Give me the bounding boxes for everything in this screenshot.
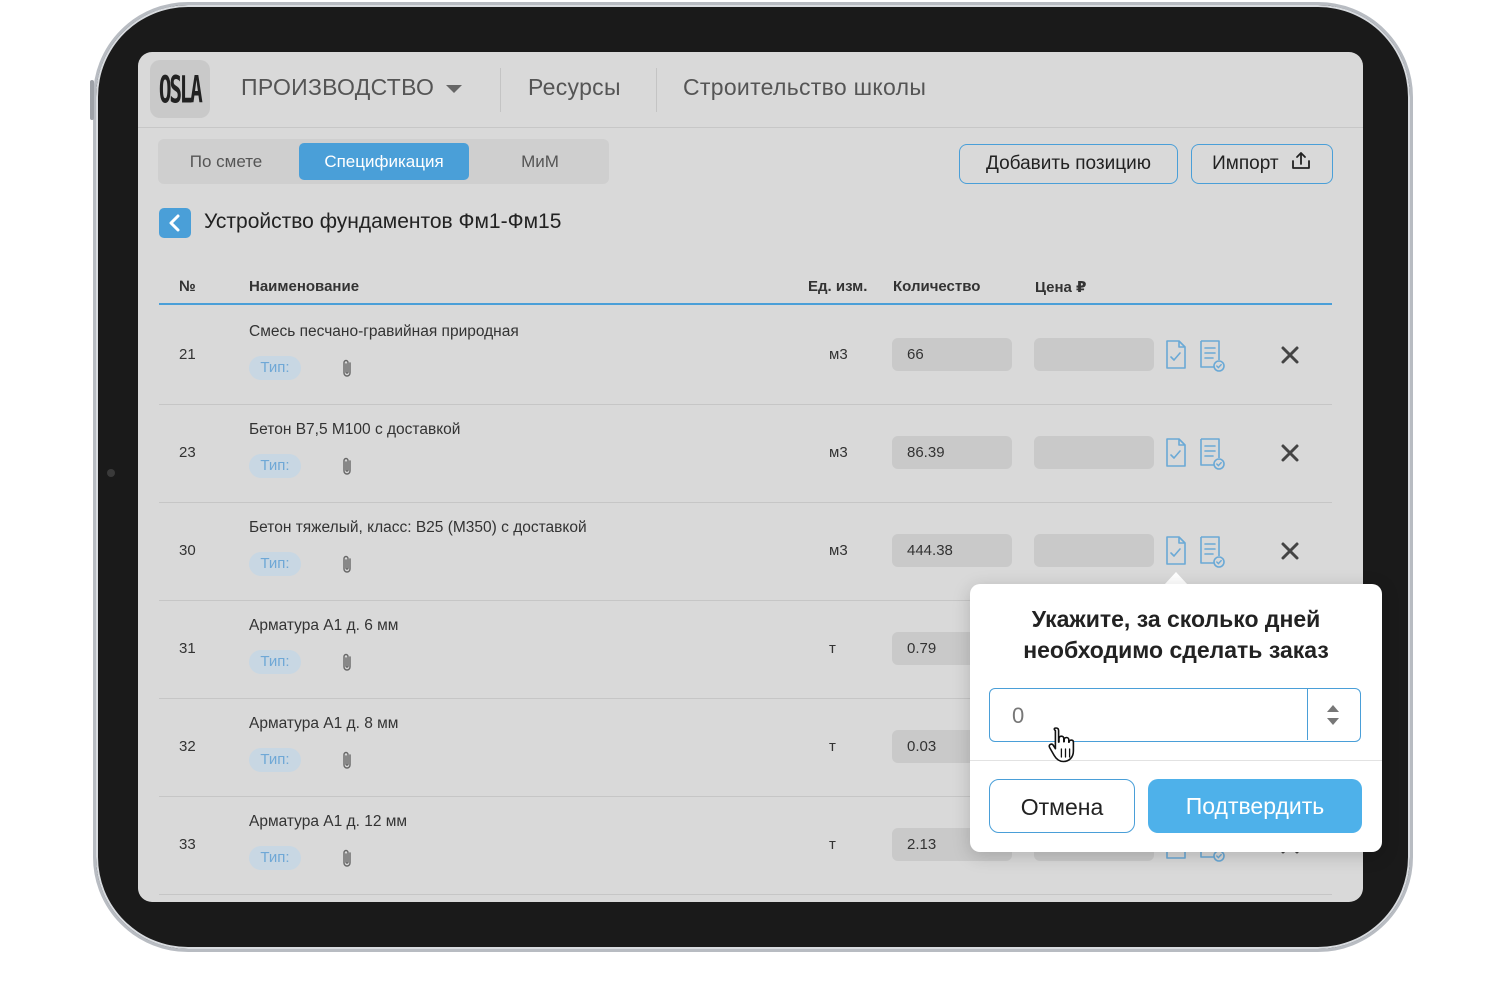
add-position-button[interactable]: Добавить позицию	[959, 144, 1178, 184]
paperclip-icon[interactable]	[339, 652, 355, 674]
popup-title-line2: необходимо сделать заказ	[1023, 637, 1329, 663]
row-name: Арматура А1 д. 6 мм	[249, 617, 399, 634]
paperclip-icon[interactable]	[339, 848, 355, 870]
nav-production-dropdown[interactable]: ПРОИЗВОДСТВО	[241, 74, 463, 101]
price-field[interactable]	[1034, 338, 1154, 371]
page-title: Устройство фундаментов Фм1-Фм15	[204, 210, 562, 233]
logo[interactable]: OSLA	[150, 60, 210, 118]
days-input-value: 0	[1012, 703, 1025, 728]
row-number: 32	[179, 738, 196, 755]
col-header-price: Цена ₽	[1035, 279, 1087, 296]
document-check-icon[interactable]	[1161, 436, 1191, 470]
row-name: Бетон В7,5 М100 с доставкой	[249, 421, 461, 438]
nav-production-label: ПРОИЗВОДСТВО	[241, 74, 435, 100]
tab-by-estimate[interactable]: По смете	[166, 143, 286, 180]
type-tag[interactable]: Тип:	[249, 454, 301, 478]
spinner-arrows-icon[interactable]	[1324, 702, 1342, 728]
app-header: OSLA ПРОИЗВОДСТВО Ресурсы Строительство …	[138, 52, 1363, 128]
row-unit: м3	[829, 542, 848, 559]
close-icon[interactable]	[1279, 540, 1301, 562]
price-field[interactable]	[1034, 436, 1154, 469]
hand-cursor-icon	[1048, 727, 1075, 763]
row-number: 33	[179, 836, 196, 853]
type-tag[interactable]: Тип:	[249, 748, 301, 772]
paperclip-icon[interactable]	[339, 554, 355, 576]
row-unit: м3	[829, 346, 848, 363]
type-tag[interactable]: Тип:	[249, 552, 301, 576]
list-check-icon[interactable]	[1197, 534, 1227, 568]
row-number: 21	[179, 346, 196, 363]
col-header-name: Наименование	[249, 278, 360, 295]
days-number-input[interactable]: 0	[989, 688, 1361, 742]
popup-title: Укажите, за сколько дней необходимо сдел…	[970, 604, 1382, 666]
close-icon[interactable]	[1279, 344, 1301, 366]
paperclip-icon[interactable]	[339, 750, 355, 772]
logo-text: OSLA	[159, 66, 203, 112]
order-days-popup: Укажите, за сколько дней необходимо сдел…	[970, 584, 1382, 852]
chevron-down-icon	[446, 84, 463, 93]
nav-divider	[656, 68, 657, 112]
back-chevron-icon	[169, 214, 180, 232]
list-check-icon[interactable]	[1197, 338, 1227, 372]
row-number: 31	[179, 640, 196, 657]
type-tag[interactable]: Тип:	[249, 846, 301, 870]
table-row: 21 Смесь песчано-гравийная природная Тип…	[159, 306, 1332, 405]
quantity-field[interactable]: 66	[892, 338, 1012, 371]
popup-divider	[970, 760, 1382, 761]
back-button[interactable]	[159, 208, 191, 238]
list-check-icon[interactable]	[1197, 436, 1227, 470]
row-number: 30	[179, 542, 196, 559]
price-field[interactable]	[1034, 534, 1154, 567]
view-tabs: По смете Спецификация МиМ	[158, 139, 609, 184]
nav-resources[interactable]: Ресурсы	[528, 74, 621, 101]
document-check-icon[interactable]	[1161, 338, 1191, 372]
tab-specification[interactable]: Спецификация	[299, 143, 469, 180]
col-header-qty: Количество	[893, 278, 981, 295]
cancel-button[interactable]: Отмена	[989, 779, 1135, 833]
table-header-divider	[159, 303, 1332, 305]
row-name: Арматура А1 д. 12 мм	[249, 813, 408, 830]
row-name: Смесь песчано-гравийная природная	[249, 323, 519, 340]
upload-icon	[1291, 152, 1310, 169]
type-tag[interactable]: Тип:	[249, 356, 301, 380]
row-name: Арматура А1 д. 8 мм	[249, 715, 399, 732]
quantity-field[interactable]: 86.39	[892, 436, 1012, 469]
type-tag[interactable]: Тип:	[249, 650, 301, 674]
row-unit: т	[829, 738, 836, 755]
document-check-icon[interactable]	[1161, 534, 1191, 568]
tab-mim[interactable]: МиМ	[480, 143, 600, 180]
nav-divider	[500, 68, 501, 112]
close-icon[interactable]	[1279, 442, 1301, 464]
confirm-button[interactable]: Подтвердить	[1148, 779, 1362, 833]
row-name: Бетон тяжелый, класс: В25 (М350) с доста…	[249, 519, 587, 536]
paperclip-icon[interactable]	[339, 358, 355, 380]
spinner-divider	[1307, 689, 1308, 740]
row-unit: т	[829, 836, 836, 853]
popup-title-line1: Укажите, за сколько дней	[1031, 606, 1321, 632]
device-camera	[107, 469, 115, 477]
device-side-button	[90, 80, 94, 120]
col-header-num: №	[179, 278, 196, 295]
row-number: 23	[179, 444, 196, 461]
import-label: Импорт	[1212, 153, 1279, 174]
nav-project[interactable]: Строительство школы	[683, 74, 926, 101]
quantity-field[interactable]: 444.38	[892, 534, 1012, 567]
import-button[interactable]: Импорт	[1191, 144, 1333, 184]
col-header-unit: Ед. изм.	[808, 278, 868, 295]
table-row: 23 Бетон В7,5 М100 с доставкой Тип: м3 8…	[159, 404, 1332, 503]
row-unit: м3	[829, 444, 848, 461]
row-unit: т	[829, 640, 836, 657]
paperclip-icon[interactable]	[339, 456, 355, 478]
